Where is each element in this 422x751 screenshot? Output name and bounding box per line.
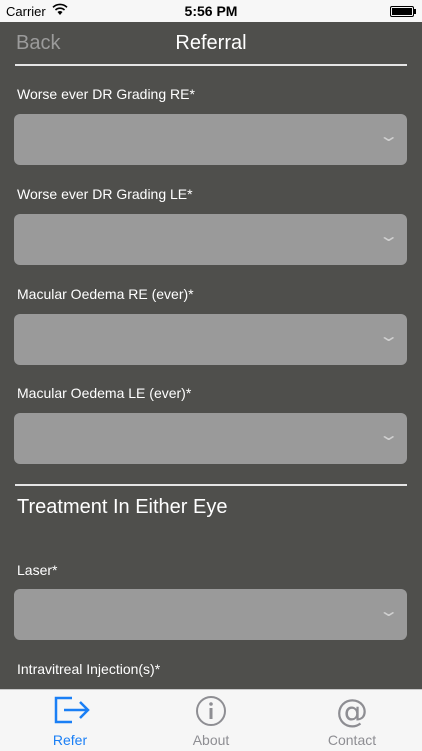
macular-oedema-re-label: Macular Oedema RE (ever)* — [17, 286, 194, 302]
chevron-down-icon: ⌄ — [377, 328, 400, 345]
section-title: Treatment In Either Eye — [17, 496, 228, 518]
dr-grading-le-select[interactable]: ⌄ — [14, 214, 407, 265]
status-time: 5:56 PM — [184, 3, 238, 19]
tab-contact-label: Contact — [327, 732, 377, 748]
tab-about-label: About — [192, 732, 230, 748]
macular-oedema-le-select[interactable]: ⌄ — [14, 413, 407, 464]
intravitreal-injection-label: Intravitreal Injection(s)* — [17, 661, 161, 677]
battery-icon — [390, 6, 416, 17]
macular-oedema-re-select[interactable]: ⌄ — [14, 314, 407, 365]
macular-oedema-le-label: Macular Oedema LE (ever)* — [17, 385, 192, 401]
section-divider — [15, 484, 407, 486]
at-sign-icon: @ — [336, 694, 368, 728]
tab-contact[interactable]: @ Contact — [282, 690, 422, 751]
laser-select[interactable]: ⌄ — [14, 589, 407, 640]
refer-arrow-icon — [54, 696, 90, 724]
status-bar: Carrier 5:56 PM — [0, 0, 422, 22]
dr-grading-re-label: Worse ever DR Grading RE* — [17, 86, 195, 102]
chevron-down-icon: ⌄ — [377, 128, 400, 145]
navigation-bar: Back Referral — [0, 22, 422, 64]
dr-grading-re-select[interactable]: ⌄ — [14, 114, 407, 165]
tab-bar: Refer About @ Contact — [0, 689, 422, 751]
tab-refer-label: Refer — [52, 732, 88, 748]
page-title: Referral — [175, 32, 247, 54]
chevron-down-icon: ⌄ — [377, 228, 400, 245]
info-icon — [196, 696, 226, 726]
chevron-down-icon: ⌄ — [377, 603, 400, 620]
laser-label: Laser* — [17, 562, 58, 578]
tab-about[interactable]: About — [141, 690, 281, 751]
tab-refer[interactable]: Refer — [0, 690, 140, 751]
svg-text:@: @ — [336, 694, 368, 728]
header-divider — [15, 64, 407, 66]
dr-grading-le-label: Worse ever DR Grading LE* — [17, 186, 193, 202]
chevron-down-icon: ⌄ — [377, 427, 400, 444]
